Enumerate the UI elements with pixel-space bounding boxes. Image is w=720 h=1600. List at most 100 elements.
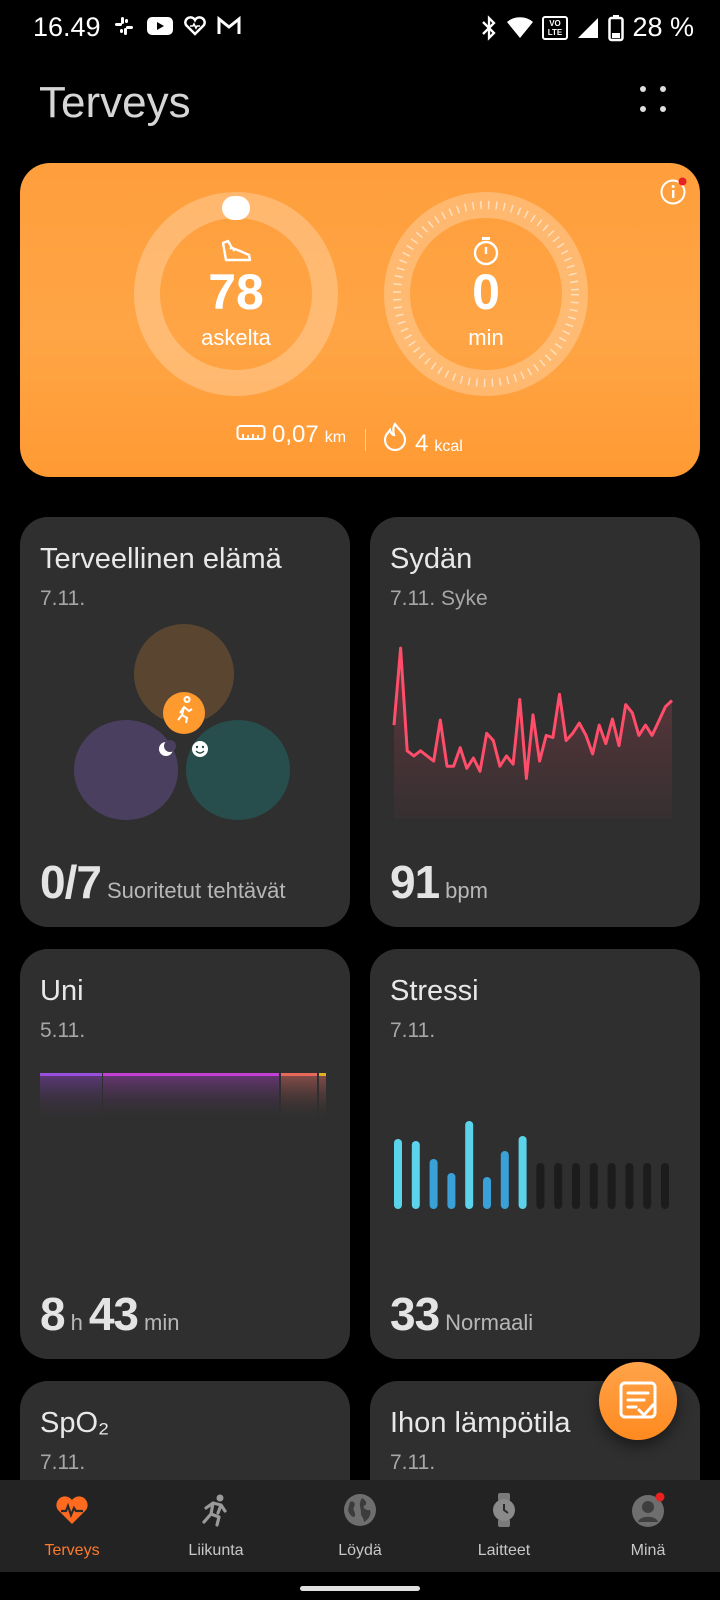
healthy-life-metric: 0/7 Suoritetut tehtävät xyxy=(40,855,286,909)
stress-bar xyxy=(572,1163,580,1209)
sleep-segment xyxy=(319,1075,326,1123)
calories-stat: 4 kcal xyxy=(381,421,463,458)
healthy-life-card[interactable]: Terveellinen elämä 7.11. 0/7 Suoritetut … xyxy=(20,517,350,927)
skin-temperature-title: Ihon lämpötila xyxy=(390,1407,571,1439)
sleep-segment xyxy=(281,1075,317,1123)
sleep-segment xyxy=(40,1075,102,1123)
active-time-ring[interactable]: 0 min xyxy=(383,191,589,397)
sleep-card[interactable]: Uni 5.11. 8 h 43 min xyxy=(20,949,350,1359)
more-dots-icon[interactable] xyxy=(640,86,672,118)
nav-label: Löydä xyxy=(338,1542,382,1559)
sleep-petal xyxy=(74,720,178,820)
sleep-date: 5.11. xyxy=(40,1019,86,1042)
active-time-unit: min xyxy=(468,325,504,350)
spo2-title: SpO₂ xyxy=(40,1407,110,1439)
heart-metric: 91 bpm xyxy=(390,855,488,909)
activity-footer: 0,07 km 4 kcal xyxy=(20,421,700,461)
sleep-metric: 8 h 43 min xyxy=(40,1287,179,1341)
system-status: VO LTE 28 % xyxy=(480,12,694,43)
heart-card[interactable]: Sydän 7.11. Syke 91 bpm xyxy=(370,517,700,927)
status-bar: 16.49 VO LTE 28 % xyxy=(0,0,720,56)
heart-rate-value: 91 xyxy=(390,856,440,908)
steps-ring[interactable]: 78 askelta xyxy=(133,191,339,397)
nav-label: Minä xyxy=(630,1542,666,1559)
sleep-minutes-unit: min xyxy=(144,1310,180,1335)
distance-value: 0,07 xyxy=(272,421,319,448)
spo2-date: 7.11. xyxy=(40,1451,86,1474)
bluetooth-icon xyxy=(482,14,497,41)
stress-bar xyxy=(394,1139,402,1209)
stress-title: Stressi xyxy=(390,975,479,1007)
nav-label: Laitteet xyxy=(477,1542,531,1559)
sleep-segment-line xyxy=(103,1073,279,1076)
profile-icon xyxy=(632,1492,665,1527)
wifi-icon xyxy=(507,16,534,38)
nav-loyda[interactable]: Löydä xyxy=(288,1480,432,1572)
stress-bar xyxy=(465,1121,474,1209)
home-indicator[interactable] xyxy=(300,1586,420,1591)
battery-icon xyxy=(608,14,625,41)
stress-date: 7.11. xyxy=(390,1019,436,1042)
nav-label: Terveys xyxy=(44,1542,100,1559)
steps-unit: askelta xyxy=(201,325,271,350)
youtube-icon xyxy=(147,17,173,35)
status-time: 16.49 xyxy=(33,12,101,42)
nav-laitteet[interactable]: Laitteet xyxy=(432,1480,576,1572)
signal-icon xyxy=(578,17,599,38)
distance-unit: km xyxy=(324,429,347,446)
active-time-value: 0 xyxy=(472,264,500,320)
flame-icon xyxy=(383,422,407,451)
steps-value: 78 xyxy=(208,264,264,320)
heart-rate-unit: bpm xyxy=(445,878,488,903)
stress-bar xyxy=(643,1163,652,1209)
sleep-stage-chart xyxy=(40,1073,326,1123)
stress-bar xyxy=(554,1163,563,1209)
activity-summary-card[interactable]: 78 askelta 0 min 0,07 km 4 kcal xyxy=(20,163,700,477)
stress-bar xyxy=(500,1151,509,1209)
heart-pulse-icon xyxy=(56,1496,88,1524)
stress-bar xyxy=(661,1163,669,1209)
svg-text:LTE: LTE xyxy=(548,28,563,37)
info-icon[interactable] xyxy=(660,177,688,205)
stress-bar xyxy=(518,1136,527,1209)
stress-bar xyxy=(411,1141,420,1209)
nav-mina[interactable]: Minä xyxy=(576,1480,720,1572)
health-heart-icon xyxy=(184,16,206,36)
task-list-button[interactable] xyxy=(599,1362,677,1440)
nav-liikunta[interactable]: Liikunta xyxy=(144,1480,288,1572)
tasks-done-label: Suoritetut tehtävät xyxy=(106,878,286,903)
stress-bar-chart xyxy=(394,1121,669,1209)
slack-icon xyxy=(115,17,133,35)
sleep-minutes: 43 xyxy=(88,1288,139,1340)
watch-icon xyxy=(493,1493,515,1527)
page-title: Terveys xyxy=(39,78,191,127)
stress-metric: 33 Normaali xyxy=(390,1287,533,1341)
stress-bar xyxy=(447,1173,456,1209)
nav-label: Liikunta xyxy=(188,1542,244,1559)
healthy-life-title: Terveellinen elämä xyxy=(40,543,282,575)
gmail-icon xyxy=(217,15,241,34)
footer-divider xyxy=(365,429,366,451)
heart-rate-chart xyxy=(392,646,674,819)
nav-terveys[interactable]: Terveys xyxy=(0,1480,144,1572)
heart-title: Sydän xyxy=(390,543,473,575)
sleep-title: Uni xyxy=(40,975,84,1007)
running-icon xyxy=(202,1494,227,1527)
smile-icon xyxy=(192,741,208,757)
stress-card[interactable]: Stressi 7.11. 33 Normaali xyxy=(370,949,700,1359)
stress-bar xyxy=(429,1159,438,1209)
calories-value: 4 xyxy=(415,430,429,457)
globe-icon xyxy=(344,1494,376,1526)
sleep-hours: 8 xyxy=(40,1288,66,1340)
stress-bar xyxy=(536,1163,545,1209)
healthy-life-date: 7.11. xyxy=(40,587,86,610)
tasks-done-value: 0/7 xyxy=(40,856,102,908)
notification-icons xyxy=(112,14,242,38)
stress-bar xyxy=(607,1163,616,1209)
distance-stat: 0,07 km xyxy=(236,421,346,449)
stress-label: Normaali xyxy=(445,1310,534,1335)
sleep-segment xyxy=(103,1075,279,1123)
calories-unit: kcal xyxy=(434,438,463,455)
ruler-icon xyxy=(236,425,266,440)
skin-temperature-date: 7.11. xyxy=(390,1451,436,1474)
